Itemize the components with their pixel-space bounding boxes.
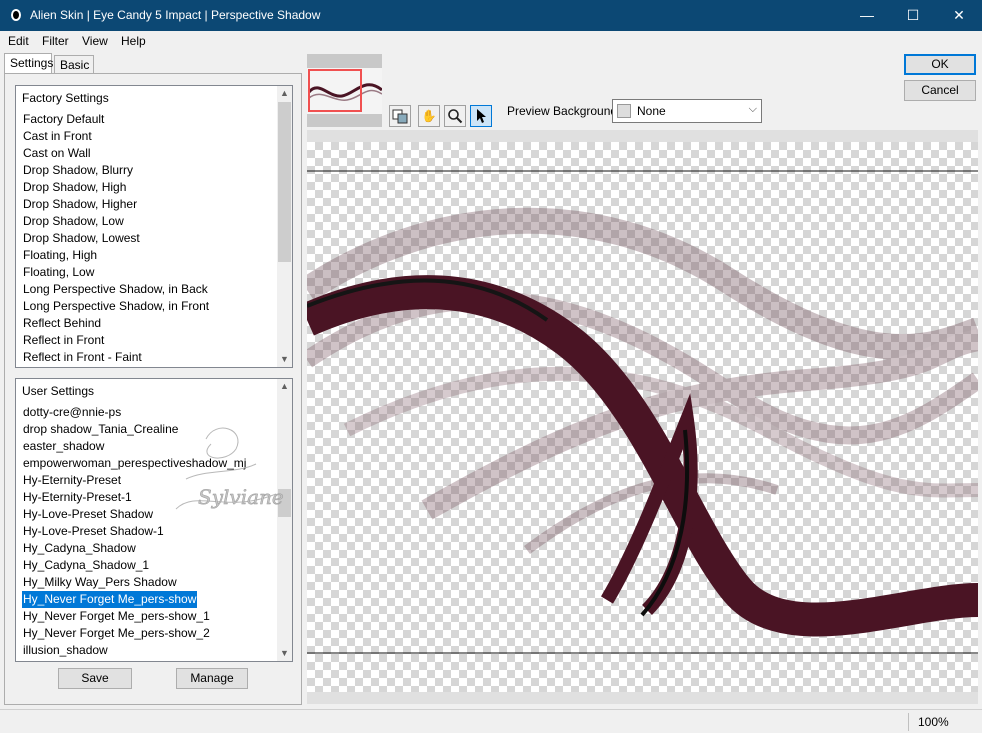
maximize-button[interactable]: ☐: [890, 0, 936, 31]
zoom-icon[interactable]: [444, 105, 466, 127]
factory-settings-list[interactable]: Factory Settings Factory Default Cast in …: [15, 85, 293, 368]
alien-skin-icon: [11, 9, 21, 21]
tab-settings[interactable]: Settings: [4, 53, 53, 73]
preview-background-label: Preview Background:: [507, 104, 621, 118]
svg-text:Sylviane: Sylviane: [198, 485, 284, 509]
list-item[interactable]: Reflect in Front - Faint: [22, 349, 143, 366]
list-item[interactable]: Reflect in Front: [22, 332, 105, 349]
list-item[interactable]: Cast on Wall: [22, 145, 92, 162]
chevron-down-icon: ⌵: [748, 103, 757, 115]
list-item[interactable]: Hy-Love-Preset Shadow-1: [22, 523, 165, 540]
user-settings-header: User Settings: [22, 384, 95, 398]
scroll-down-icon[interactable]: ▼: [277, 646, 292, 661]
zoom-level: 100%: [918, 715, 949, 729]
menu-filter[interactable]: Filter: [42, 34, 69, 48]
arrow-icon[interactable]: [470, 105, 492, 127]
list-item[interactable]: Hy_Milky Way_Pers Shadow: [22, 574, 178, 591]
list-item[interactable]: Drop Shadow, Blurry: [22, 162, 134, 179]
save-button[interactable]: Save: [58, 668, 132, 689]
hand-icon[interactable]: ✋: [418, 105, 440, 127]
list-item[interactable]: illusion_shadow: [22, 642, 109, 659]
tab-basic[interactable]: Basic: [54, 55, 94, 73]
list-item[interactable]: Floating, Low: [22, 264, 95, 281]
list-item[interactable]: Hy_Never Forget Me_pers-show: [20, 590, 199, 609]
list-item[interactable]: Drop Shadow, Lowest: [22, 230, 141, 247]
minimize-button[interactable]: —: [844, 0, 890, 31]
menu-view[interactable]: View: [82, 34, 108, 48]
navigator-frame[interactable]: [308, 69, 362, 112]
menu-bar: Edit Filter View Help: [0, 31, 982, 51]
list-item[interactable]: Long Perspective Shadow, in Front: [22, 298, 210, 315]
list-item[interactable]: Long Perspective Shadow, in Back: [22, 281, 209, 298]
menu-help[interactable]: Help: [121, 34, 146, 48]
preview-image: [307, 170, 978, 654]
list-item[interactable]: Floating, High: [22, 247, 98, 264]
color-swatch: [617, 104, 631, 118]
list-item[interactable]: Hy-Eternity-Preset: [22, 472, 122, 489]
list-item[interactable]: Factory Default: [22, 111, 105, 128]
close-button[interactable]: ✕: [936, 0, 982, 31]
list-item[interactable]: Hy-Eternity-Preset-1: [22, 489, 133, 506]
list-item[interactable]: dotty-cre@nnie-ps: [22, 404, 122, 421]
factory-scrollbar[interactable]: ▲ ▼: [277, 86, 292, 367]
preview-toggle-icon[interactable]: [389, 105, 411, 127]
list-item[interactable]: Hy_Cadyna_Shadow_1: [22, 557, 150, 574]
status-bar: 100%: [0, 709, 982, 733]
preview-background-value: None: [637, 104, 666, 118]
list-item[interactable]: Hy-Love-Preset Shadow: [22, 506, 154, 523]
list-item[interactable]: Drop Shadow, Low: [22, 213, 125, 230]
window-title: Alien Skin | Eye Candy 5 Impact | Perspe…: [30, 8, 321, 22]
settings-panel: Factory Settings Factory Default Cast in …: [4, 73, 302, 705]
manage-button[interactable]: Manage: [176, 668, 248, 689]
list-item[interactable]: Drop Shadow, High: [22, 179, 127, 196]
factory-settings-header: Factory Settings: [22, 91, 109, 105]
user-settings-list[interactable]: User Settings dotty-cre@nnie-ps drop shad…: [15, 378, 293, 662]
scroll-down-icon[interactable]: ▼: [277, 352, 292, 367]
title-bar: Alien Skin | Eye Candy 5 Impact | Perspe…: [0, 0, 982, 31]
list-item[interactable]: Reflect Behind: [22, 315, 102, 332]
preview-background-select[interactable]: None ⌵: [612, 99, 762, 123]
menu-edit[interactable]: Edit: [8, 34, 29, 48]
ok-button[interactable]: OK: [904, 54, 976, 75]
list-item[interactable]: Hy_Never Forget Me_pers-show_2: [22, 625, 211, 642]
list-item[interactable]: Hy_Cadyna_Shadow: [22, 540, 137, 557]
status-separator: [908, 713, 909, 731]
preview-canvas[interactable]: [307, 130, 978, 704]
list-item[interactable]: Drop Shadow, Higher: [22, 196, 138, 213]
watermark-logo: Sylviane: [175, 427, 284, 510]
list-item[interactable]: easter_shadow: [22, 438, 105, 455]
list-item[interactable]: Cast in Front: [22, 128, 93, 145]
scroll-thumb[interactable]: [278, 102, 291, 262]
scroll-up-icon[interactable]: ▲: [277, 86, 292, 101]
scroll-up-icon[interactable]: ▲: [277, 379, 292, 394]
list-item[interactable]: Hy_Never Forget Me_pers-show_1: [22, 608, 211, 625]
navigator-thumbnail[interactable]: [307, 54, 382, 127]
cancel-button[interactable]: Cancel: [904, 80, 976, 101]
